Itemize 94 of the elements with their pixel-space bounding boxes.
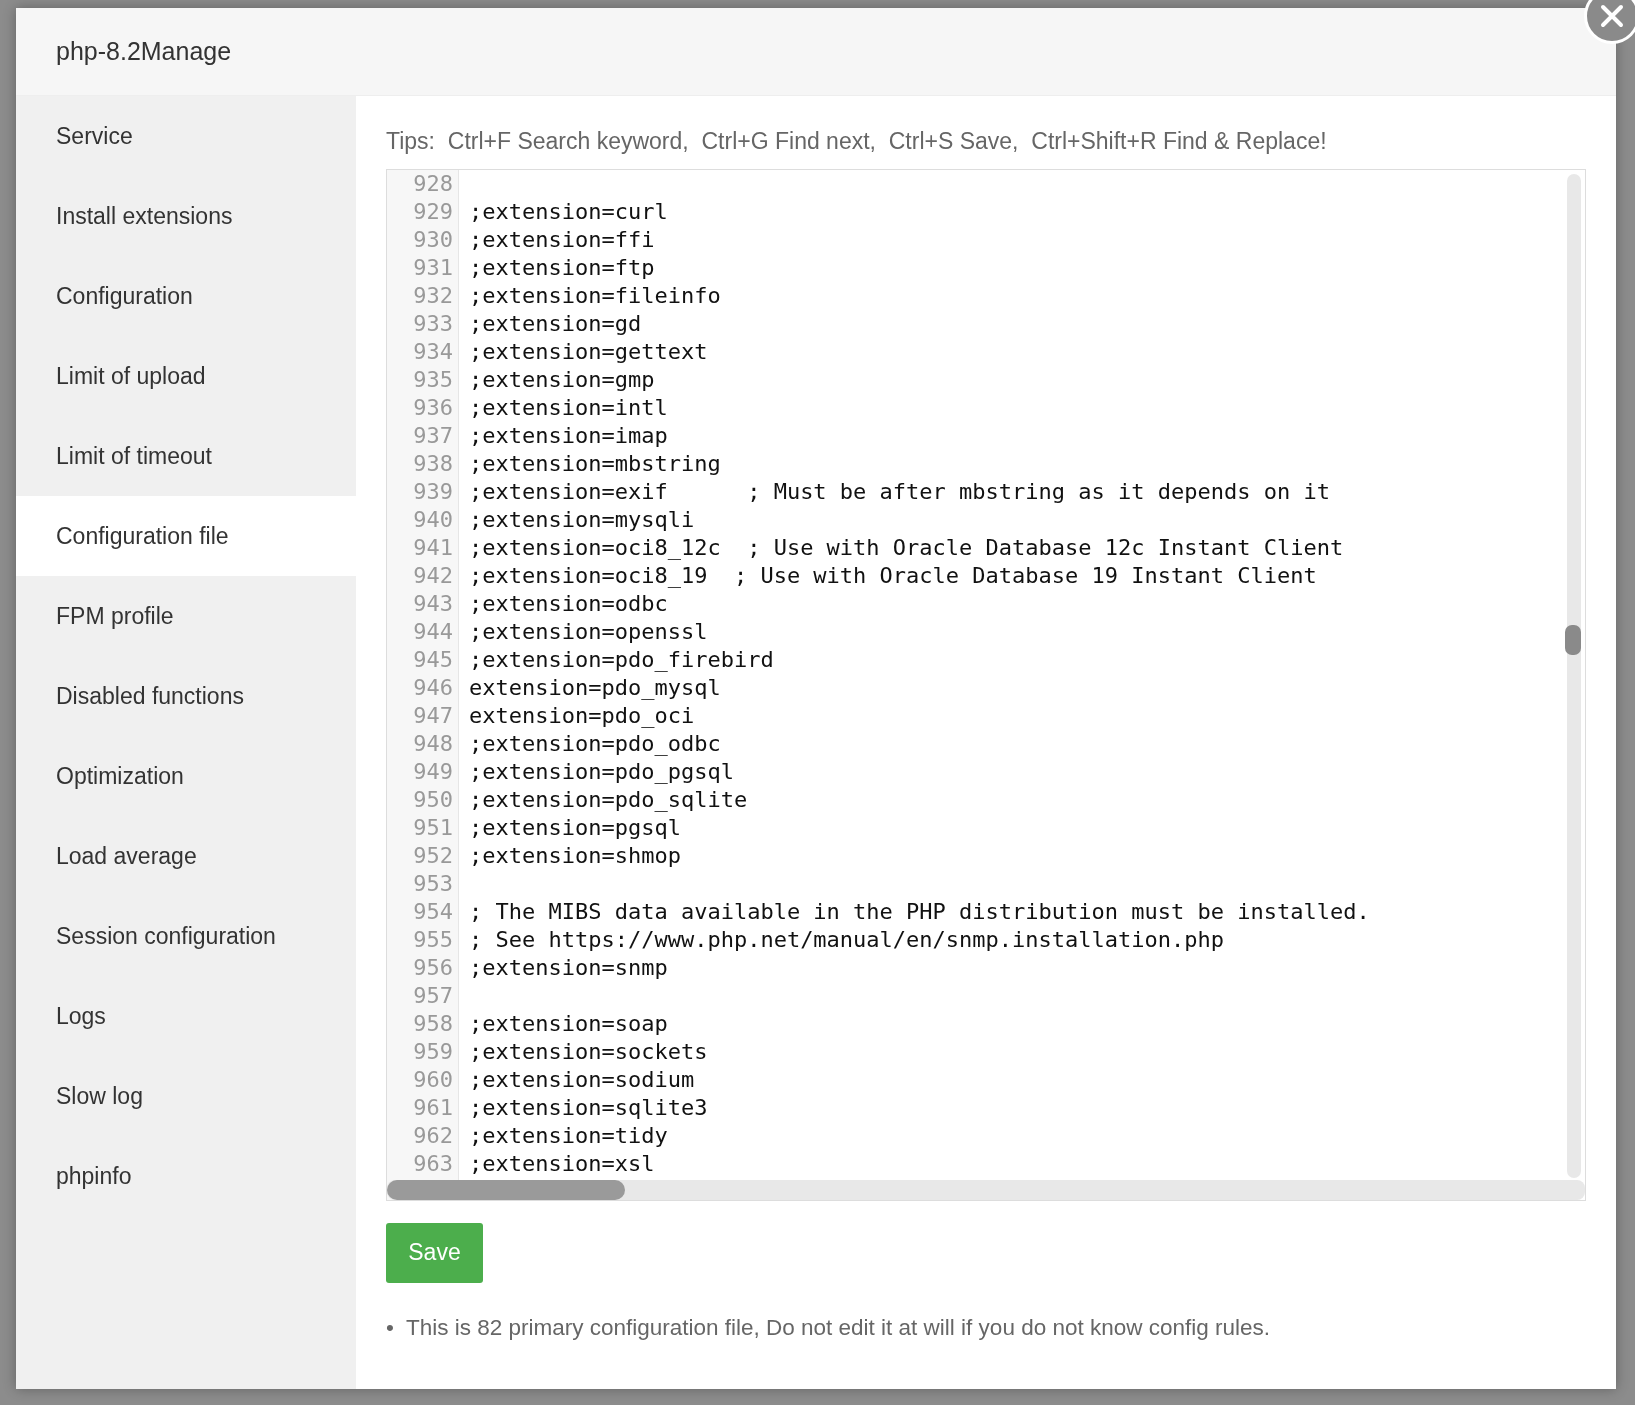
code-line: ;extension=mbstring	[468, 449, 721, 478]
line-number: 933	[412, 309, 454, 338]
code-line: ;extension=sqlite3	[468, 1093, 708, 1122]
line-number: 956	[412, 953, 454, 982]
sidebar-item[interactable]: FPM profile	[16, 576, 356, 656]
code-line: extension=pdo_mysql	[468, 673, 721, 702]
line-number: 949	[412, 757, 454, 786]
sidebar-item[interactable]: Load average	[16, 816, 356, 896]
line-number: 955	[412, 925, 454, 954]
line-number: 962	[412, 1121, 454, 1150]
line-number: 961	[412, 1093, 454, 1122]
line-number: 930	[412, 225, 454, 254]
code-line: ;extension=curl	[468, 197, 668, 226]
dialog-title: php-8.2Manage	[56, 35, 232, 67]
code-line: ;extension=intl	[468, 393, 668, 422]
sidebar-item[interactable]: Limit of upload	[16, 336, 356, 416]
code-line: ;extension=gd	[468, 309, 642, 338]
line-number: 958	[412, 1009, 454, 1038]
close-icon	[1599, 3, 1625, 29]
sidebar-item[interactable]: Configuration file	[16, 496, 356, 576]
note-text: This is 82 primary configuration file, Do not edit it at will if you do not know config rules.	[405, 1313, 1271, 1342]
line-number: 948	[412, 729, 454, 758]
line-number: 952	[412, 841, 454, 870]
code-line: ;extension=sodium	[468, 1065, 695, 1094]
sidebar-item[interactable]: Session configuration	[16, 896, 356, 976]
line-number: 935	[412, 365, 454, 394]
line-number: 950	[412, 785, 454, 814]
code-line: ;extension=oci8_12c ; Use with Oracle Database 12c Instant Client	[468, 533, 1344, 562]
line-number: 940	[412, 505, 454, 534]
code-line: ;extension=snmp	[468, 953, 668, 982]
code-line: ;extension=openssl	[468, 617, 708, 646]
line-number: 939	[412, 477, 454, 506]
sidebar-item[interactable]: Logs	[16, 976, 356, 1056]
line-number: 947	[412, 701, 454, 730]
sidebar-item[interactable]: Service	[16, 96, 356, 176]
line-number: 936	[412, 393, 454, 422]
line-number: 963	[412, 1149, 454, 1178]
line-number: 931	[412, 253, 454, 282]
code-line: ;extension=sockets	[468, 1037, 708, 1066]
code-line: ;extension=tidy	[468, 1121, 668, 1150]
sidebar-item[interactable]: Slow log	[16, 1056, 356, 1136]
code-line: ; The MIBS data available in the PHP distribution must be installed.	[468, 897, 1370, 926]
bullet: •	[386, 1313, 394, 1342]
code-line: ; See https://www.php.net/manual/en/snmp.installation.php	[468, 925, 1224, 954]
code-line: ;extension=fileinfo	[468, 281, 721, 310]
sidebar-item[interactable]: Install extensions	[16, 176, 356, 256]
line-number: 960	[412, 1065, 454, 1094]
code-line: ;extension=pdo_sqlite	[468, 785, 748, 814]
code-line: ;extension=xsl	[468, 1149, 655, 1178]
code-line: ;extension=gmp	[468, 365, 655, 394]
line-number: 944	[412, 617, 454, 646]
line-number: 953	[412, 869, 454, 898]
tips-text: Tips: Ctrl+F Search keyword, Ctrl+G Find next, Ctrl+S Save, Ctrl+Shift+R Find & Replace!	[386, 127, 1328, 156]
code-line: ;extension=pdo_firebird	[468, 645, 774, 674]
code-line: ;extension=imap	[468, 421, 668, 450]
sidebar-item[interactable]: Disabled functions	[16, 656, 356, 736]
line-number: 942	[412, 561, 454, 590]
line-number: 959	[412, 1037, 454, 1066]
line-number: 957	[412, 981, 454, 1010]
horizontal-scrollbar[interactable]	[387, 1179, 1585, 1200]
scrollbar-thumb[interactable]	[387, 1179, 625, 1200]
code-line: ;extension=gettext	[468, 337, 708, 366]
code-line: ;extension=pgsql	[468, 813, 681, 842]
line-number: 946	[412, 673, 454, 702]
sidebar-item[interactable]: Limit of timeout	[16, 416, 356, 496]
line-number: 943	[412, 589, 454, 618]
line-number: 945	[412, 645, 454, 674]
code-line: ;extension=pdo_odbc	[468, 729, 721, 758]
line-number: 934	[412, 337, 454, 366]
code-line: ;extension=soap	[468, 1009, 668, 1038]
sidebar-item[interactable]: phpinfo	[16, 1136, 356, 1216]
code-line: ;extension=mysqli	[468, 505, 695, 534]
sidebar-item[interactable]: Optimization	[16, 736, 356, 816]
code-line: ;extension=oci8_19 ; Use with Oracle Database 19 Instant Client	[468, 561, 1317, 590]
code-line: ;extension=ffi	[468, 225, 655, 254]
code-line: ;extension=ftp	[468, 253, 655, 282]
line-number: 937	[412, 421, 454, 450]
code-editor[interactable]	[386, 168, 1586, 1201]
line-number: 929	[412, 197, 454, 226]
line-number: 941	[412, 533, 454, 562]
line-number: 938	[412, 449, 454, 478]
code-line: ;extension=odbc	[468, 589, 668, 618]
line-number: 928	[412, 169, 454, 198]
vertical-scrollbar[interactable]	[1567, 173, 1581, 1178]
line-number: 954	[412, 897, 454, 926]
code-line: extension=pdo_oci	[468, 701, 695, 730]
line-number: 951	[412, 813, 454, 842]
scrollbar-thumb[interactable]	[1565, 624, 1581, 655]
line-number: 932	[412, 281, 454, 310]
sidebar-item[interactable]: Configuration	[16, 256, 356, 336]
code-line: ;extension=pdo_pgsql	[468, 757, 734, 786]
code-line: ;extension=shmop	[468, 841, 681, 870]
close-button[interactable]	[1584, 0, 1635, 44]
code-line: ;extension=exif ; Must be after mbstring as it depends on it	[468, 477, 1330, 506]
